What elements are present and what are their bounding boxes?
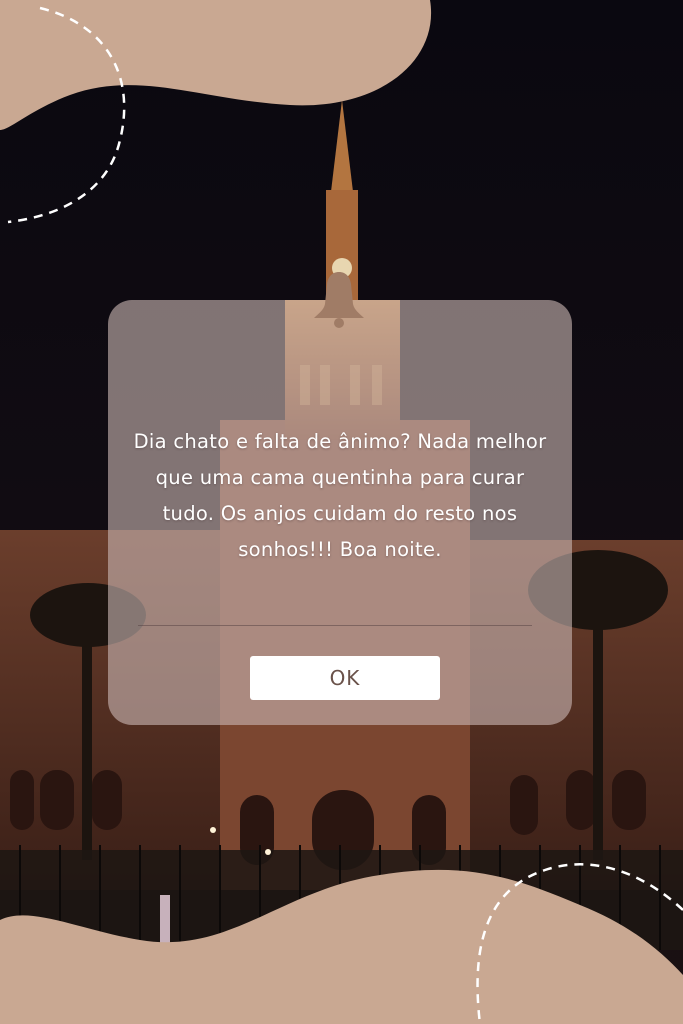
dialog-message: Dia chato e falta de ânimo? Nada melhor …	[133, 430, 547, 561]
alert-dialog: Dia chato e falta de ânimo? Nada melhor …	[108, 300, 572, 725]
dialog-divider	[138, 625, 532, 626]
ok-button[interactable]: OK	[250, 656, 440, 700]
bell-icon	[314, 272, 364, 328]
